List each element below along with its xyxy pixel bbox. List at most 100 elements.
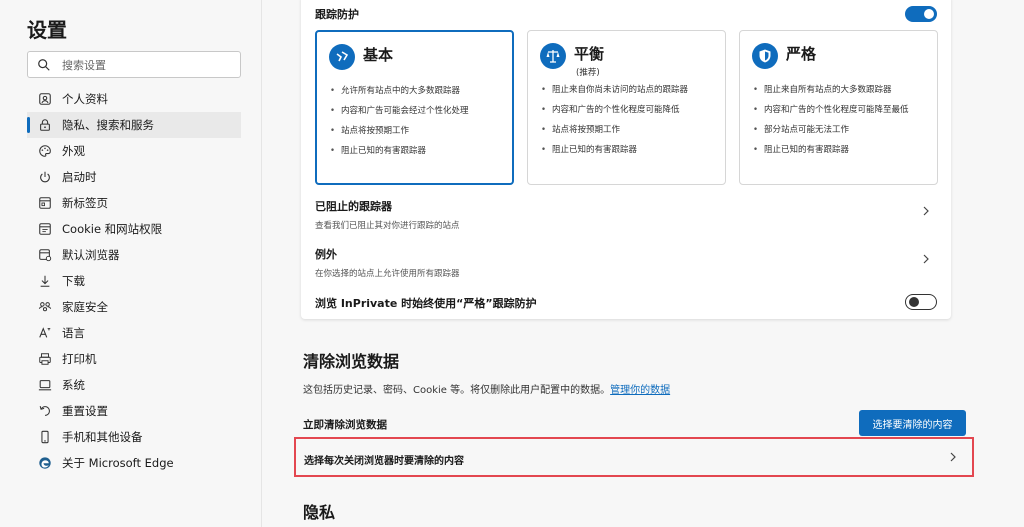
row-title: 选择每次关闭浏览器时要清除的内容: [304, 456, 464, 467]
printer-icon: [37, 351, 53, 367]
sidebar-item-label: 外观: [62, 144, 85, 158]
row-desc: 在你选择的站点上允许使用所有跟踪器: [315, 269, 460, 279]
blocked-trackers-row[interactable]: 已阻止的跟踪器 查看我们已阻止其对你进行跟踪的站点: [315, 198, 937, 231]
sidebar-item-label: 默认浏览器: [62, 248, 120, 262]
row-title: 例外: [315, 248, 337, 261]
sidebar-item-system[interactable]: 系统: [27, 372, 241, 398]
download-icon: [37, 273, 53, 289]
row-desc: 查看我们已阻止其对你进行跟踪的站点: [315, 221, 460, 231]
manage-data-link[interactable]: 管理你的数据: [610, 385, 670, 396]
sidebar-item-label: 下载: [62, 274, 85, 288]
profile-icon: [37, 91, 53, 107]
default-browser-icon: [37, 247, 53, 263]
toggle-knob: [924, 9, 934, 19]
new-tab-icon: [37, 195, 53, 211]
row-title: 浏览 InPrivate 时始终使用“严格”跟踪防护: [315, 297, 537, 310]
language-icon: [37, 325, 53, 341]
level-bullets: 阻止来自所有站点的大多数跟踪器 内容和广告的个性化程度可能降至最低 部分站点可能…: [752, 83, 927, 163]
list-item: 允许所有站点中的大多数跟踪器: [329, 84, 502, 98]
clear-on-close-row[interactable]: 选择每次关闭浏览器时要清除的内容: [294, 437, 974, 477]
sidebar-item-family[interactable]: 家庭安全: [27, 294, 241, 320]
list-item: 阻止来自你尚未访问的站点的跟踪器: [540, 83, 715, 97]
level-bullets: 阻止来自你尚未访问的站点的跟踪器 内容和广告的个性化程度可能降低 站点将按预期工…: [540, 83, 715, 163]
sidebar-item-appearance[interactable]: 外观: [27, 138, 241, 164]
family-icon: [37, 299, 53, 315]
sidebar-item-label: Cookie 和网站权限: [62, 222, 163, 236]
sidebar-item-language[interactable]: 语言: [27, 320, 241, 346]
sidebar-item-label: 隐私、搜索和服务: [62, 118, 154, 132]
sidebar-nav: 个人资料 隐私、搜索和服务 外观 启动时 新标签页 Cookie 和网站权限 默…: [27, 86, 241, 476]
sidebar-item-label: 新标签页: [62, 196, 108, 210]
tracking-prevention-title: 跟踪防护: [315, 8, 359, 21]
sidebar-item-profile[interactable]: 个人资料: [27, 86, 241, 112]
sidebar-item-startup[interactable]: 启动时: [27, 164, 241, 190]
sidebar-item-phone[interactable]: 手机和其他设备: [27, 424, 241, 450]
main-content: 跟踪防护 基本 允许所有站点中的大多数跟踪器 内容和广告可能会经过个性化处理 站…: [263, 0, 1024, 527]
level-name: 平衡: [574, 45, 605, 63]
sidebar-item-label: 重置设置: [62, 404, 108, 418]
list-item: 站点将按预期工作: [540, 123, 715, 137]
search-icon: [38, 59, 50, 71]
sidebar-item-privacy[interactable]: 隐私、搜索和服务: [27, 112, 241, 138]
sidebar-item-label: 手机和其他设备: [62, 430, 143, 444]
list-item: 阻止已知的有害跟踪器: [752, 143, 927, 157]
list-item: 站点将按预期工作: [329, 124, 502, 138]
clear-now-label: 立即清除浏览数据: [303, 419, 387, 431]
sidebar-item-label: 启动时: [62, 170, 97, 184]
sidebar-item-cookies[interactable]: Cookie 和网站权限: [27, 216, 241, 242]
list-item: 阻止来自所有站点的大多数跟踪器: [752, 83, 927, 97]
search-input[interactable]: [62, 56, 232, 74]
sidebar-item-label: 关于 Microsoft Edge: [62, 456, 174, 470]
inprivate-strict-toggle[interactable]: [905, 294, 937, 310]
sidebar: 设置 个人资料 隐私、搜索和服务 外观 启动时: [0, 0, 262, 527]
power-icon: [37, 169, 53, 185]
level-bullets: 允许所有站点中的大多数跟踪器 内容和广告可能会经过个性化处理 站点将按预期工作 …: [329, 84, 502, 164]
exceptions-row[interactable]: 例外 在你选择的站点上允许使用所有跟踪器: [315, 246, 937, 279]
settings-title: 设置: [27, 18, 67, 42]
row-title: 已阻止的跟踪器: [315, 200, 392, 213]
level-name: 严格: [786, 45, 817, 63]
site-permissions-icon: [37, 221, 53, 237]
appearance-icon: [37, 143, 53, 159]
reset-icon: [37, 403, 53, 419]
sidebar-item-downloads[interactable]: 下载: [27, 268, 241, 294]
list-item: 阻止已知的有害跟踪器: [329, 144, 502, 158]
level-strict-card[interactable]: 严格 阻止来自所有站点的大多数跟踪器 内容和广告的个性化程度可能降至最低 部分站…: [739, 30, 938, 185]
level-name: 基本: [363, 46, 394, 64]
list-item: 内容和广告可能会经过个性化处理: [329, 104, 502, 118]
sidebar-item-about[interactable]: 关于 Microsoft Edge: [27, 450, 241, 476]
sidebar-item-new-tab[interactable]: 新标签页: [27, 190, 241, 216]
clear-data-title: 清除浏览数据: [303, 352, 400, 371]
level-subtitle: (推荐): [576, 68, 600, 78]
phone-icon: [37, 429, 53, 445]
search-box[interactable]: [27, 51, 241, 78]
basic-icon: [329, 44, 355, 70]
level-basic-card[interactable]: 基本 允许所有站点中的大多数跟踪器 内容和广告可能会经过个性化处理 站点将按预期…: [315, 30, 514, 185]
list-item: 阻止已知的有害跟踪器: [540, 143, 715, 157]
edge-icon: [37, 455, 53, 471]
clear-data-desc: 这包括历史记录、密码、Cookie 等。将仅删除此用户配置中的数据。管理你的数据: [303, 381, 670, 396]
sidebar-item-label: 家庭安全: [62, 300, 108, 314]
privacy-title: 隐私: [303, 503, 336, 522]
sidebar-item-printer[interactable]: 打印机: [27, 346, 241, 372]
level-balanced-card[interactable]: 平衡 (推荐) 阻止来自你尚未访问的站点的跟踪器 内容和广告的个性化程度可能降低…: [527, 30, 726, 185]
chevron-right-icon: [950, 452, 956, 462]
list-item: 部分站点可能无法工作: [752, 123, 927, 137]
sidebar-item-label: 打印机: [62, 352, 97, 366]
chevron-right-icon: [923, 254, 929, 264]
sidebar-item-label: 系统: [62, 378, 85, 392]
settings-window: 设置 个人资料 隐私、搜索和服务 外观 启动时: [0, 0, 1024, 527]
toggle-knob: [909, 297, 919, 307]
sidebar-item-label: 个人资料: [62, 92, 108, 106]
clear-data-desc-text: 这包括历史记录、密码、Cookie 等。将仅删除此用户配置中的数据。: [303, 385, 611, 396]
lock-icon: [37, 117, 53, 133]
list-item: 内容和广告的个性化程度可能降至最低: [752, 103, 927, 117]
sidebar-item-default-browser[interactable]: 默认浏览器: [27, 242, 241, 268]
choose-what-to-clear-button[interactable]: 选择要清除的内容: [859, 410, 966, 436]
tracking-prevention-toggle[interactable]: [905, 6, 937, 22]
tracking-prevention-card: 跟踪防护 基本 允许所有站点中的大多数跟踪器 内容和广告可能会经过个性化处理 站…: [301, 0, 951, 319]
inprivate-strict-row: 浏览 InPrivate 时始终使用“严格”跟踪防护: [315, 295, 937, 313]
shield-icon: [752, 43, 778, 69]
list-item: 内容和广告的个性化程度可能降低: [540, 103, 715, 117]
sidebar-item-reset[interactable]: 重置设置: [27, 398, 241, 424]
